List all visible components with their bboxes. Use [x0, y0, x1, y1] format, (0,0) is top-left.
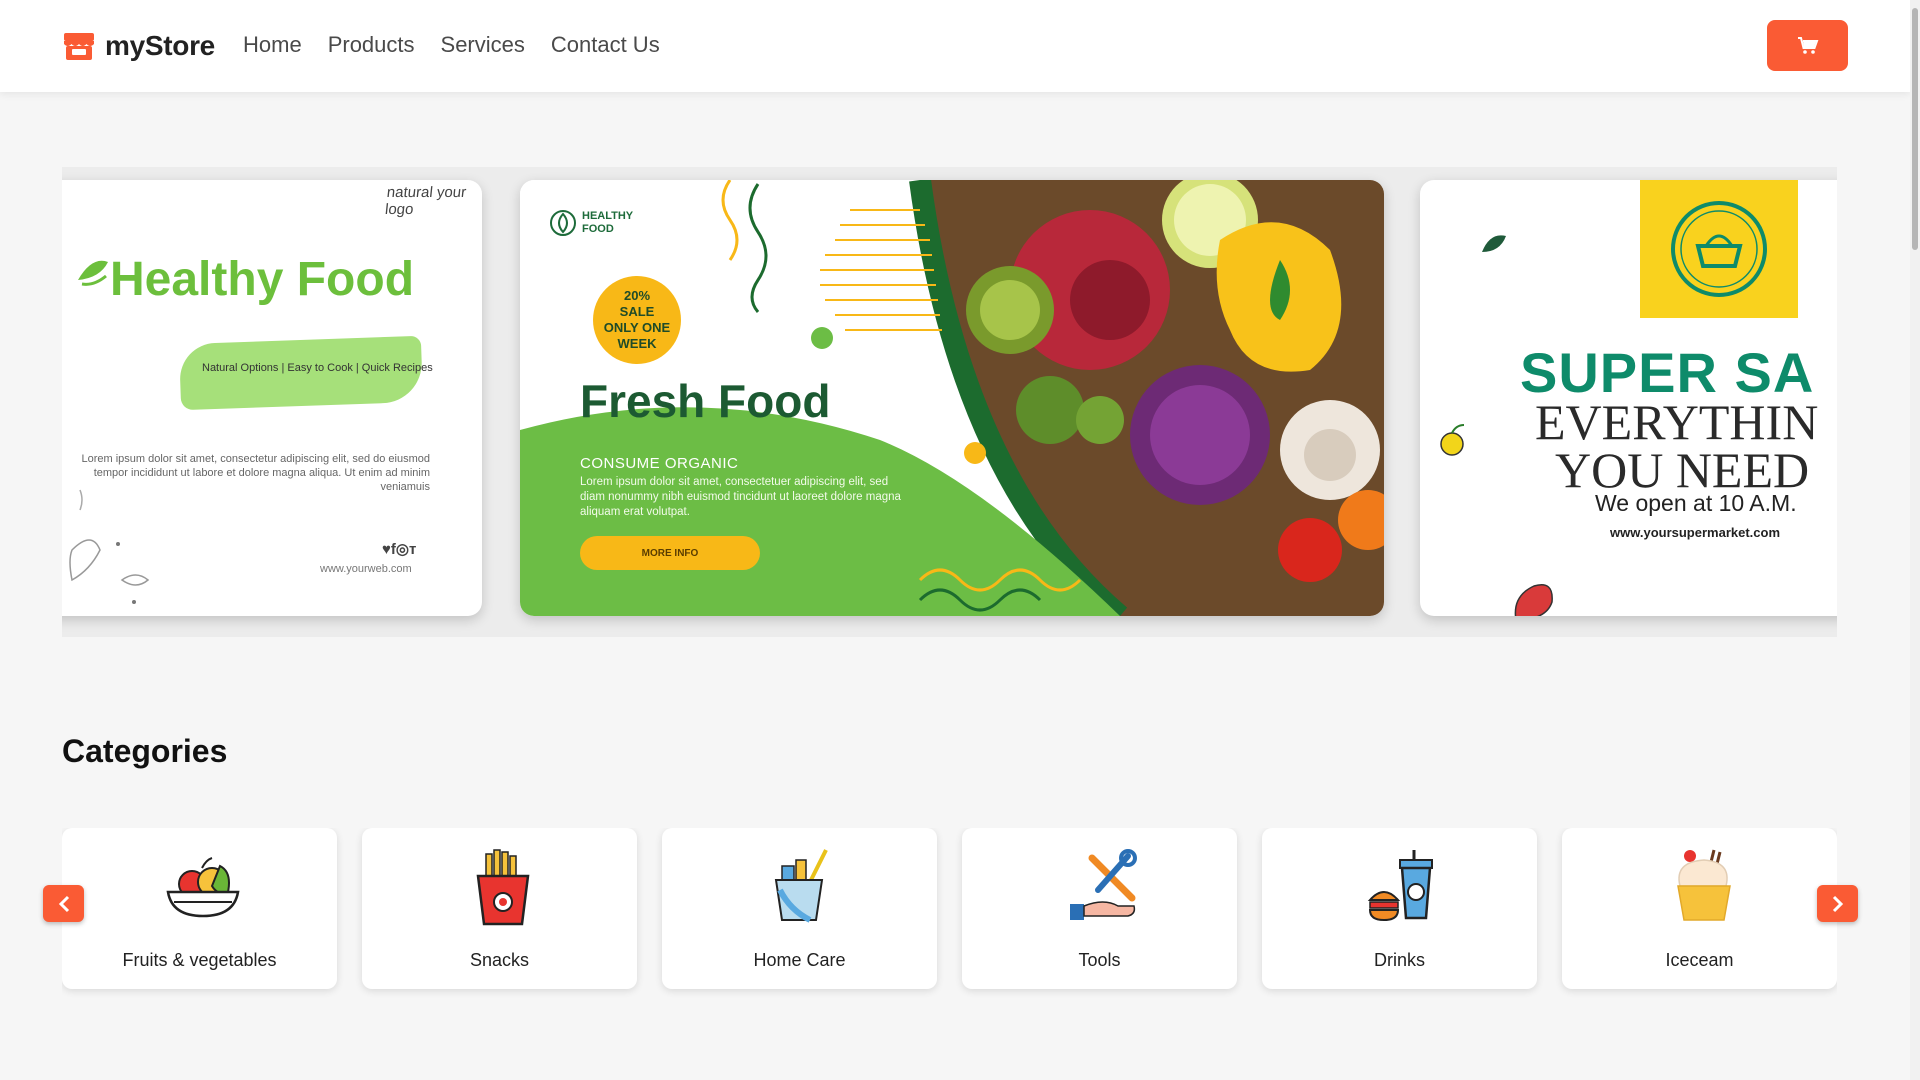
cupcake-icon [1677, 849, 1731, 921]
category-card-fruits[interactable]: Fruits & vegetables [62, 828, 337, 989]
fruit-bowl-icon [166, 857, 240, 918]
main-nav: Home Products Services Contact Us [243, 32, 686, 58]
category-card-tools[interactable]: Tools [962, 828, 1237, 989]
opening-hours: We open at 10 A.M. [1595, 490, 1797, 516]
leaf-sketch-icon [69, 489, 150, 604]
brand-name: myStore [105, 30, 215, 61]
social-icons: ♥f◎т [382, 541, 417, 558]
tools-icon [1070, 849, 1137, 920]
banner-brand: HEALTHY FOOD [582, 210, 633, 235]
category-card-snacks[interactable]: Snacks [362, 828, 637, 989]
category-card-drinks[interactable]: Drinks [1262, 828, 1537, 989]
basket-logo-icon [1671, 201, 1767, 297]
brand-logo[interactable]: myStore [62, 30, 215, 62]
banner-description: Lorem ipsum dolor sit amet, consectetuer… [580, 476, 901, 518]
nav-link-contact[interactable]: Contact Us [551, 32, 660, 58]
drinks-icon [1367, 850, 1433, 922]
fries-icon [476, 849, 530, 926]
banner-website: www.yourweb.com [320, 563, 412, 575]
banner-logo-text: natural your logo [384, 184, 468, 218]
leaf-icon [1482, 235, 1506, 252]
category-label: Snacks [469, 950, 530, 970]
banner-options: Natural Options | Easy to Cook | Quick R… [202, 362, 433, 374]
cart-icon [1797, 36, 1818, 54]
scrollbar-thumb[interactable] [1912, 8, 1918, 250]
chevron-left-icon [58, 895, 69, 912]
lemon-icon [1440, 424, 1465, 456]
banner-fresh-food[interactable]: HEALTHY FOOD 20% SALE ONLY ONE WEEK Fres… [520, 180, 1384, 616]
category-prev-button[interactable] [43, 885, 84, 922]
banner-website: www.yoursupermarket.com [1610, 525, 1781, 540]
sale-badge-line: ONLY ONE [603, 320, 671, 335]
headline-line: EVERYTHIN [1535, 394, 1819, 450]
cart-button[interactable] [1767, 20, 1848, 71]
leaf-icon [78, 260, 108, 286]
nav-link-home[interactable]: Home [243, 32, 302, 58]
banner-super-sale[interactable]: SUPER SA EVERYTHIN YOU NEED We open at 1… [1420, 180, 1837, 616]
banner-title: Healthy Food [110, 253, 415, 306]
banner-headline: EVERYTHIN YOU NEED [1535, 394, 1819, 498]
supermarket-logo-panel [1640, 180, 1798, 318]
category-card-icecream[interactable]: Iceceam [1562, 828, 1837, 989]
category-label: Drinks [1373, 950, 1425, 970]
nav-link-products[interactable]: Products [328, 32, 415, 58]
cleaning-supplies-icon [774, 849, 828, 923]
headline-line: YOU NEED [1555, 442, 1810, 498]
category-label: Fruits & vegetables [122, 950, 277, 970]
categories-heading: Categories [62, 733, 228, 769]
leaf-logo-icon [550, 210, 576, 236]
sale-badge-line: SALE [619, 304, 655, 319]
category-label: Tools [1078, 950, 1121, 970]
category-next-button[interactable] [1817, 885, 1858, 922]
category-label: Iceceam [1665, 950, 1734, 970]
navbar: myStore Home Products Services Contact U… [0, 0, 1910, 92]
banner-title: Fresh Food [580, 375, 831, 427]
banner-subtitle: CONSUME ORGANIC [580, 455, 739, 472]
page-scrollbar[interactable] [1910, 0, 1920, 1080]
sale-badge: 20% SALE ONLY ONE WEEK [593, 276, 681, 364]
category-card-home-care[interactable]: Home Care [662, 828, 937, 989]
store-icon [64, 33, 94, 60]
sale-badge-line: WEEK [617, 336, 657, 351]
category-label: Home Care [753, 950, 846, 970]
nav-link-services[interactable]: Services [441, 32, 525, 58]
more-info-button[interactable]: MORE INFO [580, 536, 760, 570]
categories-carousel: Fruits & vegetables Snacks Home Care Too… [62, 828, 1837, 1000]
chevron-right-icon [1832, 895, 1843, 912]
sale-badge-line: 20% [623, 288, 651, 303]
banner-carousel: natural your logo Healthy Food Natural O… [62, 167, 1837, 637]
meat-icon [1514, 584, 1553, 616]
banner-healthy-food[interactable]: natural your logo Healthy Food Natural O… [62, 180, 482, 616]
